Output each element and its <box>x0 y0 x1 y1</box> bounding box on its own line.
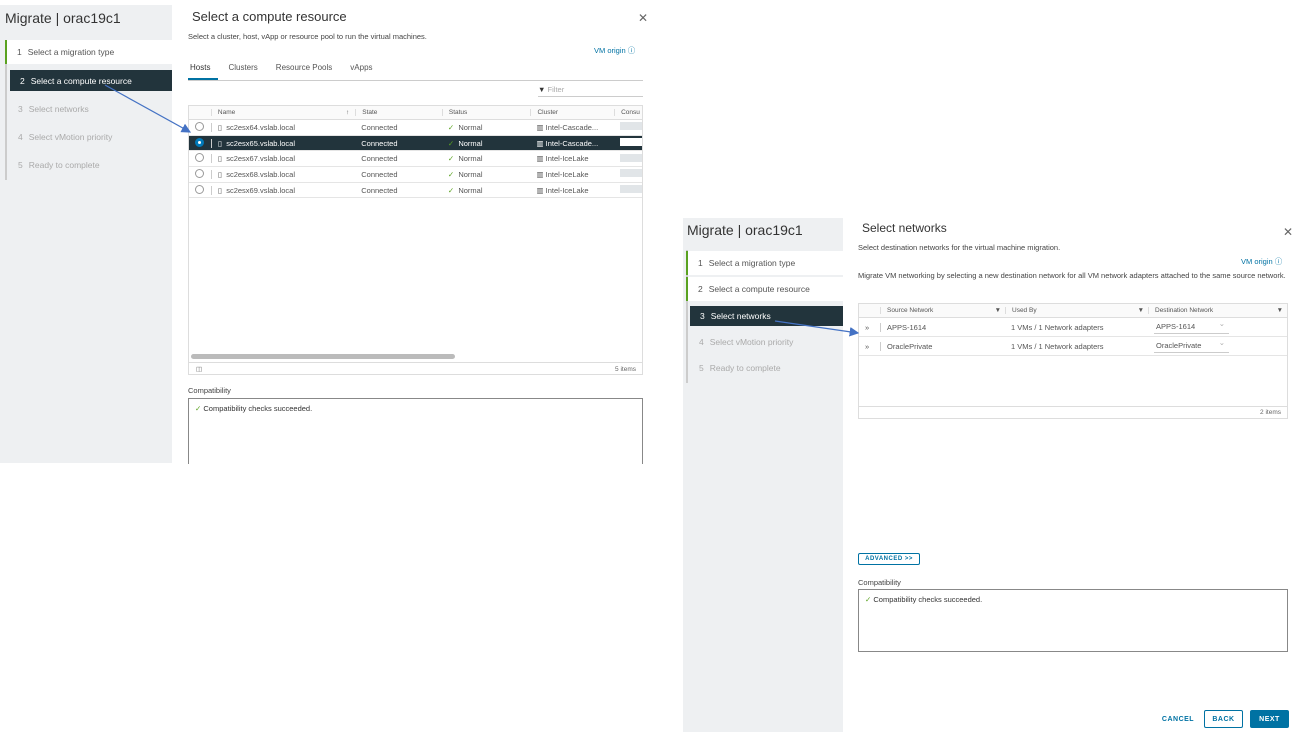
arrow-to-network-rows <box>774 320 860 337</box>
arrow-to-selected-host <box>104 84 192 133</box>
annotation-arrows <box>104 84 860 337</box>
